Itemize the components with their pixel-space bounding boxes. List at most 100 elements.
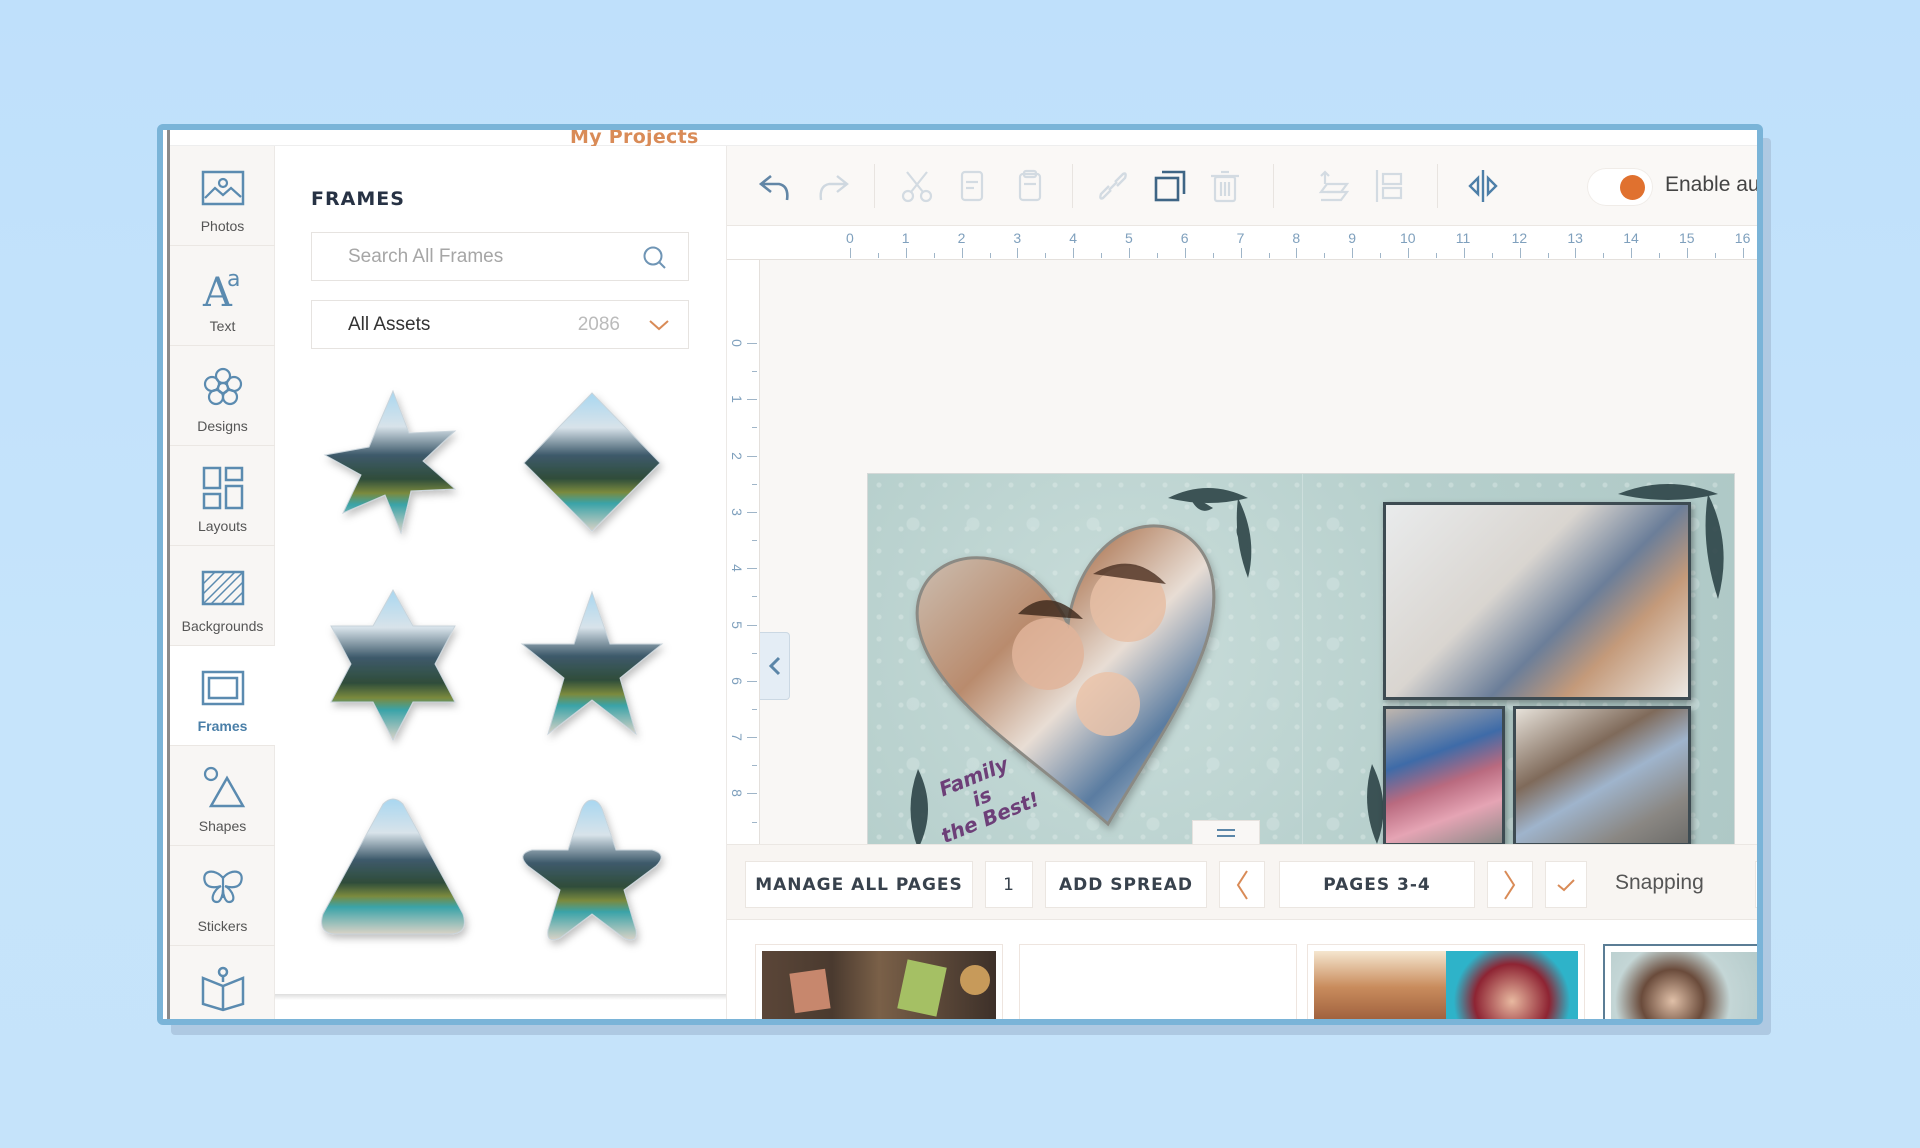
ruler-tick (905, 248, 907, 258)
my-projects-link[interactable]: My Projects (570, 130, 699, 148)
butterfly-icon (202, 870, 243, 904)
app-inner: My Projects Photos Aa Text Designs Layou… (167, 130, 1757, 1019)
filter-count: 2086 (577, 314, 620, 335)
delete-button[interactable] (1205, 166, 1245, 206)
ruler-tick (747, 511, 757, 513)
flip-horizontal-button[interactable] (1463, 166, 1503, 206)
add-spread-button[interactable]: ADD SPREAD (1045, 861, 1207, 908)
panel-resize-handle[interactable] (1192, 820, 1260, 844)
ruler-label: 3 (1013, 230, 1022, 246)
rail-item-text[interactable]: Aa Text (170, 246, 275, 346)
tool-rail: Photos Aa Text Designs Layouts Backgroun… (170, 146, 275, 1019)
text-icon: Aa (202, 267, 240, 312)
rail-item-book[interactable] (170, 946, 275, 1019)
ruler-minor-tick (752, 596, 757, 598)
ruler-label: 15 (1679, 230, 1695, 246)
toolbar-separator (874, 164, 875, 208)
ruler-tick (1408, 248, 1409, 258)
ruler-tick (747, 680, 757, 682)
toolbar-separator (1072, 164, 1073, 208)
leaf-sticker[interactable] (1158, 478, 1268, 588)
ruler-minor-tick (877, 253, 879, 258)
redo-button[interactable] (813, 166, 853, 206)
ruler-label: 7 (1236, 230, 1245, 246)
photo-family-couch[interactable] (1383, 502, 1691, 700)
ruler-tick (961, 248, 963, 258)
filmstrip-thumb[interactable] (1307, 944, 1585, 1019)
snapping-checkbox[interactable] (1545, 861, 1587, 908)
frame-thumb-diamond[interactable] (512, 383, 672, 543)
horizontal-ruler: 0 1 2 3 4 5 6 7 8 9 10 11 12 13 14 15 16 (727, 226, 1757, 260)
rail-item-stickers[interactable]: Stickers (170, 846, 275, 946)
manage-all-pages-button[interactable]: MANAGE ALL PAGES (745, 861, 973, 908)
frame-thumb-triangle[interactable] (313, 794, 473, 954)
cut-button[interactable] (897, 166, 937, 206)
rail-item-designs[interactable]: Designs (170, 346, 275, 446)
rail-item-backgrounds[interactable]: Backgrounds (170, 546, 275, 646)
frame-thumb-five-star[interactable] (512, 586, 672, 746)
ruler-label: 14 (1623, 230, 1639, 246)
shapes-icon (203, 766, 245, 808)
page-spread[interactable]: Family is the Best! (867, 473, 1735, 895)
search-field[interactable] (311, 232, 689, 281)
filmstrip-thumb[interactable] (1019, 944, 1297, 1019)
rail-label-frames: Frames (197, 718, 248, 734)
collapse-panel-button[interactable] (760, 632, 790, 700)
rail-item-shapes[interactable]: Shapes (170, 746, 275, 846)
ruler-tick (1742, 248, 1744, 258)
chevron-left-icon (1236, 869, 1248, 900)
rail-item-layouts[interactable]: Layouts (170, 446, 275, 546)
rail-item-frames[interactable]: Frames (170, 646, 275, 746)
paste-button[interactable] (1010, 166, 1050, 206)
photo-family-sofa[interactable] (1513, 706, 1691, 846)
previous-page-button[interactable] (1219, 861, 1265, 908)
chevron-down-icon (649, 320, 669, 331)
ruler-tick (1575, 248, 1577, 258)
ruler-minor-tick (1324, 253, 1326, 258)
ruler-label: 7 (728, 733, 745, 741)
page-number-field[interactable]: 1 (985, 861, 1033, 908)
design-canvas[interactable]: Family is the Best! (760, 260, 1757, 895)
ruler-label: 2 (728, 451, 745, 460)
thumb-image (762, 951, 996, 1019)
triangle-frame-shape (321, 798, 465, 935)
svg-text:a: a (227, 267, 240, 292)
frame-thumb-rounded-star[interactable] (512, 794, 672, 954)
ruler-tick (1184, 248, 1186, 258)
zoom-out-button[interactable]: — (1755, 861, 1757, 908)
rail-item-photos[interactable]: Photos (170, 146, 275, 246)
copy-button[interactable] (952, 166, 992, 206)
burst-frame-shape (323, 389, 457, 535)
next-page-button[interactable] (1487, 861, 1533, 908)
ruler-label: 5 (1125, 230, 1133, 246)
ruler-minor-tick (1380, 253, 1382, 258)
search-icon[interactable] (642, 245, 668, 271)
ruler-tick (1129, 248, 1130, 258)
ruler-label: 9 (1348, 230, 1356, 246)
frame-thumb-six-star[interactable] (313, 586, 473, 746)
panel-bottom-edge (275, 994, 726, 1000)
scissors-icon (901, 171, 933, 203)
search-input[interactable] (348, 245, 638, 268)
frame-thumb-burst[interactable] (313, 383, 473, 543)
align-icon (1375, 170, 1403, 202)
arrange-button[interactable] (1315, 166, 1355, 206)
rail-label-photos: Photos (200, 218, 245, 234)
ruler-minor-tick (1212, 253, 1214, 258)
ruler-label: 4 (728, 564, 745, 573)
undo-button[interactable] (755, 166, 795, 206)
align-button[interactable] (1369, 166, 1409, 206)
six-star-frame-shape (330, 588, 456, 742)
link-button[interactable] (1093, 166, 1133, 206)
duplicate-button[interactable] (1150, 166, 1190, 206)
auto-toggle[interactable] (1587, 168, 1653, 206)
ruler-label: 0 (728, 339, 745, 347)
filmstrip-thumb-selected[interactable] (1603, 944, 1757, 1019)
ruler-minor-tick (1435, 253, 1437, 258)
filmstrip-thumb[interactable] (755, 944, 1003, 1019)
photo-family-standing[interactable] (1383, 706, 1505, 846)
ruler-tick (1687, 248, 1688, 258)
ruler-tick (1296, 248, 1298, 258)
ruler-minor-tick (1603, 253, 1605, 258)
asset-filter-dropdown[interactable]: All Assets 2086 (311, 300, 689, 349)
